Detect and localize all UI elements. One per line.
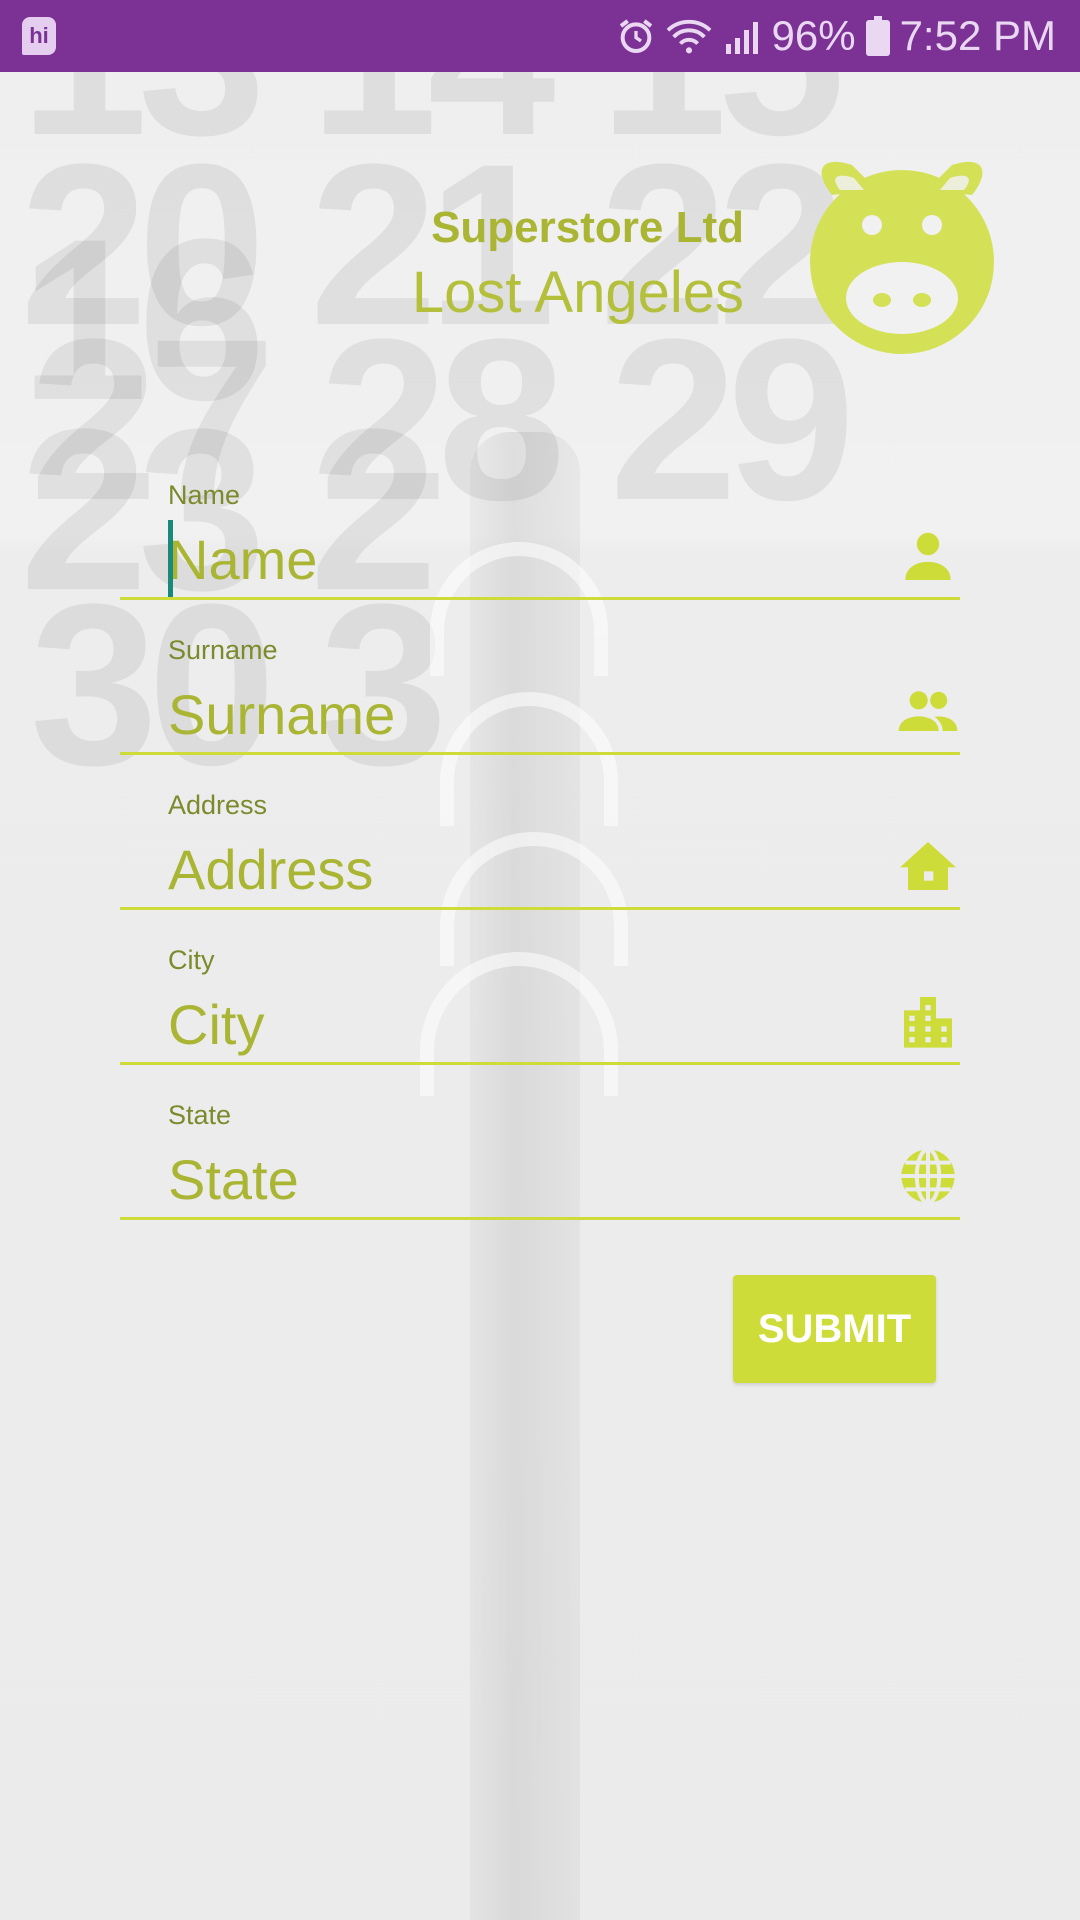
store-header: Superstore Ltd Lost Angeles [412,200,744,330]
state-underline [120,1217,960,1220]
status-bar: hi 96% 7:52 PM [0,0,1080,72]
text-cursor [168,520,173,598]
city-label: City [168,945,215,975]
address-underline [120,907,960,910]
state-field[interactable]: State State [120,1090,960,1245]
alarm-icon [616,16,656,56]
battery-icon [865,16,890,56]
name-underline [120,597,960,600]
company-name: Superstore Ltd [431,203,744,252]
address-field[interactable]: Address Address [120,780,960,935]
surname-input[interactable]: Surname [168,675,868,755]
pig-logo-icon [802,150,1002,358]
registration-form: Name Name Surname Surname Address Addres… [120,470,960,1245]
home-icon [896,834,960,898]
wifi-icon [666,16,712,56]
person-icon [896,524,960,588]
address-input[interactable]: Address [168,830,868,910]
surname-label: Surname [168,635,278,665]
globe-icon [896,1144,960,1208]
signal-icon [722,16,762,56]
hi-app-icon: hi [22,17,56,55]
clock-time: 7:52 PM [899,12,1056,59]
state-input[interactable]: State [168,1140,868,1220]
surname-field[interactable]: Surname Surname [120,625,960,780]
name-field[interactable]: Name Name [120,470,960,625]
city-icon [896,989,960,1053]
city-input[interactable]: City [168,985,868,1065]
state-label: State [168,1100,232,1130]
name-input[interactable]: Name [168,520,868,600]
name-label: Name [168,480,241,510]
store-location: Lost Angeles [411,260,744,325]
surname-underline [120,752,960,755]
submit-button[interactable]: SUBMIT [733,1275,936,1383]
battery-percentage: 96% [771,12,856,59]
people-icon [896,679,960,743]
city-field[interactable]: City City [120,935,960,1090]
address-label: Address [168,790,268,820]
city-underline [120,1062,960,1065]
